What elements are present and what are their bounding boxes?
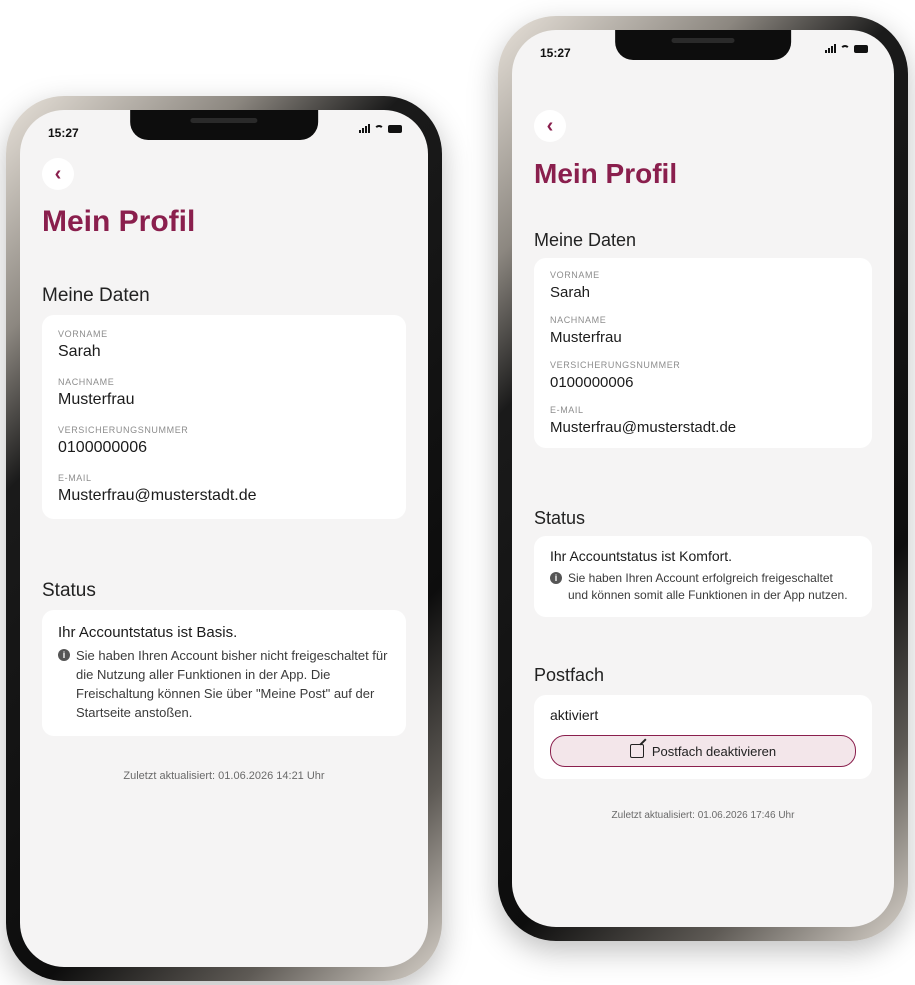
field-label: VERSICHERUNGSNUMMER: [58, 425, 189, 435]
field-label: E-MAIL: [550, 405, 584, 415]
page-title: Mein Profil: [42, 205, 196, 238]
last-updated: Zuletzt aktualisiert: 01.06.2026 17:46 U…: [611, 810, 795, 821]
account-status: Ihr Accountstatus ist Komfort.: [550, 548, 733, 564]
signal-icon: [359, 124, 370, 133]
field-label: VORNAME: [550, 270, 600, 280]
status-info-row: i Sie haben Ihren Account erfolgreich fr…: [550, 570, 856, 605]
field-label: VERSICHERUNGSNUMMER: [550, 360, 681, 370]
status-time: 15:27: [540, 46, 571, 60]
status-card: Ihr Accountstatus ist Komfort. i Sie hab…: [534, 536, 872, 617]
status-time: 15:27: [48, 126, 79, 140]
page-title: Mein Profil: [534, 158, 678, 189]
edit-icon: [629, 744, 644, 758]
wifi-icon: [374, 125, 384, 133]
profile-data-card: VORNAME Sarah NACHNAME Musterfrau VERSIC…: [42, 315, 406, 519]
last-updated: Zuletzt aktualisiert: 01.06.2026 14:21 U…: [123, 770, 325, 782]
signal-icon: [825, 44, 836, 53]
status-card: Ihr Accountstatus ist Basis. i Sie haben…: [42, 610, 406, 737]
notch: [615, 30, 791, 60]
field-label: NACHNAME: [550, 315, 607, 325]
profile-data-card: VORNAME Sarah NACHNAME Musterfrau VERSIC…: [534, 258, 872, 448]
left-phone-screen: 15:27 ‹ Mein Profil Meine Daten VORNAME …: [20, 110, 428, 967]
back-button[interactable]: ‹: [42, 158, 74, 190]
wifi-icon: [840, 45, 850, 53]
deactivate-postfach-button[interactable]: Postfach deaktivieren: [550, 735, 856, 767]
first-name-value: Sarah: [550, 284, 591, 301]
insurance-number-value: 0100000006: [550, 374, 634, 391]
status-icons: [825, 44, 868, 53]
email-value: Musterfrau@musterstadt.de: [58, 487, 257, 504]
deactivate-postfach-label: Postfach deaktivieren: [651, 743, 777, 759]
status-info-row: i Sie haben Ihren Account bisher nicht f…: [58, 647, 390, 722]
chevron-left-icon: ‹: [54, 162, 62, 185]
account-status: Ihr Accountstatus ist Basis.: [58, 624, 238, 641]
battery-icon: [388, 125, 402, 133]
right-phone: 15:27 ‹ Mein Profil Meine Daten VORNAME …: [498, 16, 908, 941]
field-label: VORNAME: [58, 329, 108, 339]
last-name-value: Musterfrau: [550, 329, 622, 346]
battery-icon: [854, 45, 868, 53]
postfach-card: aktiviert Postfach deaktivieren: [534, 695, 872, 779]
last-name-value: Musterfrau: [58, 391, 135, 408]
info-icon: i: [58, 649, 70, 661]
insurance-number-value: 0100000006: [58, 439, 147, 456]
chevron-left-icon: ‹: [546, 114, 554, 137]
status-heading: Status: [42, 580, 96, 601]
notch: [130, 110, 318, 140]
email-value: Musterfrau@musterstadt.de: [550, 419, 737, 436]
status-info-text: Sie haben Ihren Account bisher nicht fre…: [76, 648, 388, 720]
right-phone-screen: 15:27 ‹ Mein Profil Meine Daten VORNAME …: [512, 30, 894, 927]
info-icon: i: [550, 572, 562, 584]
field-label: E-MAIL: [58, 473, 92, 483]
data-heading: Meine Daten: [534, 230, 637, 250]
status-heading: Status: [534, 508, 586, 528]
back-button[interactable]: ‹: [534, 110, 566, 142]
field-label: NACHNAME: [58, 377, 115, 387]
left-phone: 15:27 ‹ Mein Profil Meine Daten VORNAME …: [6, 96, 442, 981]
data-heading: Meine Daten: [42, 285, 150, 306]
first-name-value: Sarah: [58, 343, 101, 360]
postfach-status: aktiviert: [550, 707, 599, 723]
status-icons: [359, 124, 402, 133]
postfach-heading: Postfach: [534, 665, 605, 685]
status-info-text: Sie haben Ihren Account erfolgreich frei…: [568, 571, 848, 603]
